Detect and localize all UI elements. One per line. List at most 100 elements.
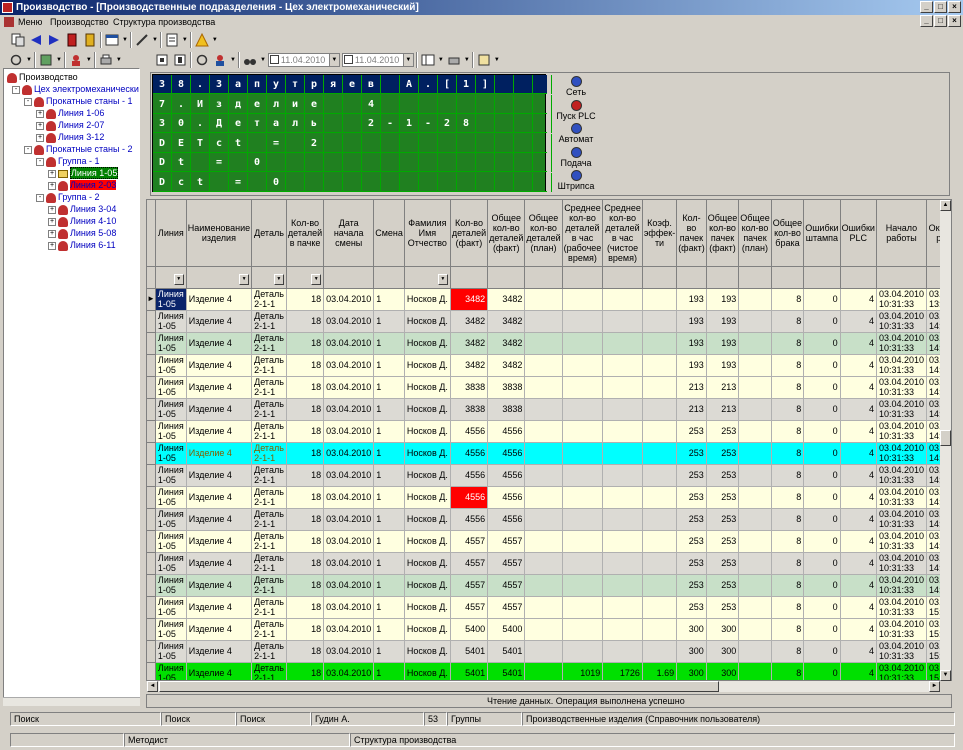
tree-node[interactable]: - Прокатные станы - 1 [24,95,132,107]
table-cell[interactable]: 18 [286,310,325,333]
horizontal-scroll-thumb[interactable] [159,681,719,692]
tree-node[interactable]: + Линия 4-10 [48,215,116,227]
filter-cell[interactable] [738,266,772,289]
table-cell[interactable]: Линия 1-05 [155,574,187,597]
table-cell[interactable] [524,376,563,399]
table-cell[interactable] [524,552,563,575]
table-cell[interactable]: Деталь 2-1-1 [251,618,287,641]
table-cell[interactable]: 5400 [487,618,526,641]
table-cell[interactable] [642,288,678,311]
table-cell[interactable]: 03.04.2010 10:31:33 [876,596,928,619]
tree-horizontal-scrollbar[interactable] [3,697,140,706]
expand-icon[interactable]: + [48,181,56,190]
table-cell[interactable]: Носков Д. [404,288,451,311]
table-row[interactable]: Линия 1-05 Изделие 4 Деталь 2-1-1 18 03.04.2… [147,530,951,553]
row-selector[interactable] [147,376,156,399]
table-cell[interactable]: 8 [771,508,805,531]
table-cell[interactable] [642,442,678,465]
table-cell[interactable]: 03.04.2010 [323,596,375,619]
table-cell[interactable] [738,310,772,333]
binoculars-icon[interactable] [242,52,258,68]
forward-arrow-icon[interactable] [46,32,62,48]
table-cell[interactable]: 4556 [450,442,489,465]
filter-dropdown-icon[interactable]: ▼ [437,273,448,285]
table-cell[interactable] [562,508,604,531]
table-cell[interactable]: 18 [286,640,325,663]
table-cell[interactable]: Деталь 2-1-1 [251,288,287,311]
table-cell[interactable]: 3838 [487,376,526,399]
tree-node[interactable]: - Группа - 1 [36,155,100,167]
table-cell[interactable]: Деталь 2-1-1 [251,552,287,575]
table-cell[interactable]: 4 [840,530,877,553]
table-cell[interactable]: 03.04.2010 10:31:33 [876,640,928,663]
table-cell[interactable]: Линия 1-05 [155,354,187,377]
table-cell[interactable]: 03.04.2010 [323,574,375,597]
tree-node[interactable]: - Группа - 2 [36,191,100,203]
row-selector[interactable] [147,486,156,509]
table-cell[interactable]: Деталь 2-1-1 [251,376,287,399]
table-row[interactable]: Линия 1-05 Изделие 4 Деталь 2-1-1 18 03.04.2… [147,596,951,619]
collapse-icon[interactable]: - [24,145,32,154]
table-cell[interactable]: 4 [840,310,877,333]
table-cell[interactable] [642,574,678,597]
warning-dropdown-arrow[interactable]: ▼ [212,37,218,43]
row-selector[interactable] [147,442,156,465]
table-cell[interactable]: 03.04.2010 10:31:33 [876,662,928,680]
table-cell[interactable]: Линия 1-05 [155,596,187,619]
table-cell[interactable] [738,288,772,311]
grid-horizontal-scrollbar[interactable]: ◄ ► [147,681,940,692]
table-cell[interactable]: Деталь 2-1-1 [251,640,287,663]
table-cell[interactable]: 1726 [602,662,643,680]
table-cell[interactable]: 0 [803,288,841,311]
calculator-icon[interactable] [64,32,80,48]
table-cell[interactable]: 0 [803,464,841,487]
table-cell[interactable]: Изделие 4 [186,574,253,597]
columns-dropdown-arrow[interactable]: ▼ [438,57,444,63]
column-header[interactable]: Дата начала смены [323,200,375,267]
date-from-checkbox[interactable] [269,55,279,64]
table-cell[interactable]: Изделие 4 [186,354,253,377]
table-cell[interactable]: 4556 [450,486,489,509]
calendar-icon[interactable] [104,32,120,48]
table-cell[interactable] [738,332,772,355]
table-cell[interactable]: 4556 [450,508,489,531]
tree-node[interactable]: - Цех электромеханический [12,83,139,95]
table-cell[interactable]: 253 [706,530,740,553]
table-cell[interactable] [642,486,678,509]
table-cell[interactable]: 03.04.2010 [323,376,375,399]
expand-icon[interactable]: + [48,229,56,238]
table-cell[interactable] [642,618,678,641]
row-selector[interactable] [147,332,156,355]
table-cell[interactable]: 03.04.2010 [323,618,375,641]
table-cell[interactable]: 4 [840,332,877,355]
table-cell[interactable] [602,310,643,333]
table-cell[interactable]: 18 [286,552,325,575]
table-cell[interactable]: Деталь 2-1-1 [251,574,287,597]
table-cell[interactable] [642,420,678,443]
table-cell[interactable]: Деталь 2-1-1 [251,596,287,619]
table-cell[interactable]: 03.04.2010 [323,508,375,531]
expand-icon[interactable]: + [48,169,56,178]
table-cell[interactable]: 03.04.2010 10:31:33 [876,310,928,333]
people-dropdown-arrow[interactable]: ▼ [86,57,92,63]
table-cell[interactable]: 3838 [450,398,489,421]
table-cell[interactable]: Деталь 2-1-1 [251,464,287,487]
table-cell[interactable]: 4 [840,574,877,597]
print-preview-dropdown-arrow[interactable]: ▼ [464,57,470,63]
people-tool-icon[interactable] [68,52,84,68]
table-cell[interactable]: Носков Д. [404,662,451,680]
table-cell[interactable]: Деталь 2-1-1 [251,398,287,421]
workers-icon[interactable] [212,52,228,68]
table-cell[interactable]: 18 [286,530,325,553]
column-header[interactable]: Кол-во деталей в пачке [286,200,325,267]
table-cell[interactable]: 300 [706,640,740,663]
table-cell[interactable]: Деталь 2-1-1 [251,662,287,680]
table-cell[interactable] [524,464,563,487]
table-cell[interactable]: 18 [286,508,325,531]
table-cell[interactable]: Линия 1-05 [155,508,187,531]
table-cell[interactable]: Изделие 4 [186,530,253,553]
table-cell[interactable]: Деталь 2-1-1 [251,508,287,531]
table-cell[interactable]: Изделие 4 [186,442,253,465]
table-cell[interactable]: Изделие 4 [186,398,253,421]
table-cell[interactable]: 03.04.2010 [323,640,375,663]
